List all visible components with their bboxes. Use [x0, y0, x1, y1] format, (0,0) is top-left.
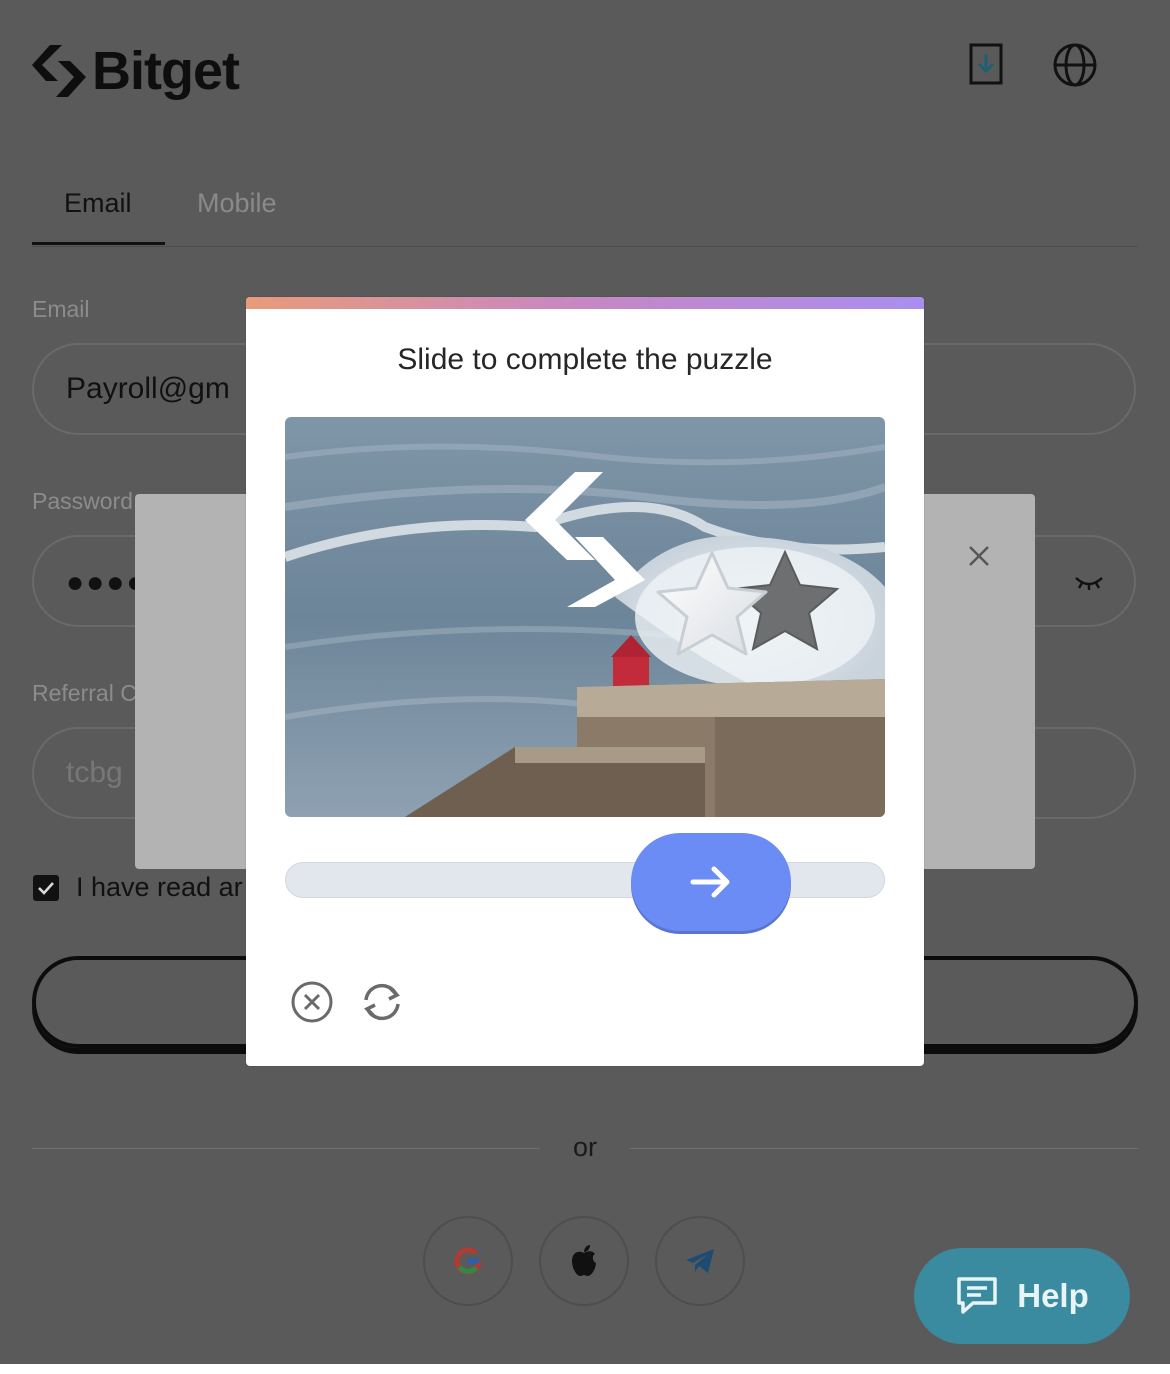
arrow-right-icon — [690, 866, 730, 898]
terms-text: I have read ar — [76, 872, 243, 902]
close-icon[interactable] — [967, 544, 991, 573]
puzzle-image — [285, 417, 885, 817]
tab-email[interactable]: Email — [64, 188, 132, 219]
brand-name: Bitget — [92, 41, 240, 101]
email-label: Email — [32, 296, 90, 322]
checkmark-icon — [38, 882, 54, 895]
modal-accent-bar — [246, 297, 924, 309]
referral-label: Referral C — [32, 680, 137, 706]
help-button[interactable]: Help — [914, 1248, 1130, 1344]
email-value: Payroll@gm — [66, 372, 230, 405]
help-label: Help — [1017, 1277, 1089, 1314]
slider-track[interactable] — [285, 862, 885, 898]
bottom-edge — [0, 1364, 1170, 1374]
download-app-icon[interactable] — [964, 42, 1010, 88]
apple-icon — [572, 1245, 596, 1276]
chat-bubble-icon — [957, 1277, 997, 1314]
toggle-password-visibility-icon[interactable] — [1074, 572, 1104, 597]
brand-logo[interactable]: Bitget — [32, 40, 240, 102]
apple-login-button[interactable] — [539, 1216, 629, 1306]
signup-tabs: Email Mobile — [32, 180, 1138, 247]
divider-right — [630, 1148, 1138, 1149]
active-tab-indicator — [32, 242, 165, 245]
referral-placeholder: tcbg — [66, 756, 123, 789]
google-icon — [454, 1247, 482, 1275]
tab-mobile[interactable]: Mobile — [197, 188, 277, 219]
telegram-icon — [686, 1249, 714, 1273]
bitget-logo-icon — [32, 45, 86, 97]
refresh-icon[interactable] — [358, 980, 402, 1024]
password-label: Password — [32, 488, 133, 514]
language-globe-icon[interactable] — [1052, 42, 1098, 88]
captcha-title: Slide to complete the puzzle — [397, 343, 773, 376]
captcha-modal: Slide to complete the puzzle — [246, 297, 924, 1066]
terms-checkbox[interactable] — [33, 875, 59, 901]
google-login-button[interactable] — [423, 1216, 513, 1306]
divider-left — [32, 1148, 540, 1149]
telegram-login-button[interactable] — [655, 1216, 745, 1306]
close-captcha-icon[interactable] — [290, 980, 334, 1024]
or-separator: or — [572, 1132, 597, 1162]
slider-handle[interactable] — [631, 833, 791, 931]
